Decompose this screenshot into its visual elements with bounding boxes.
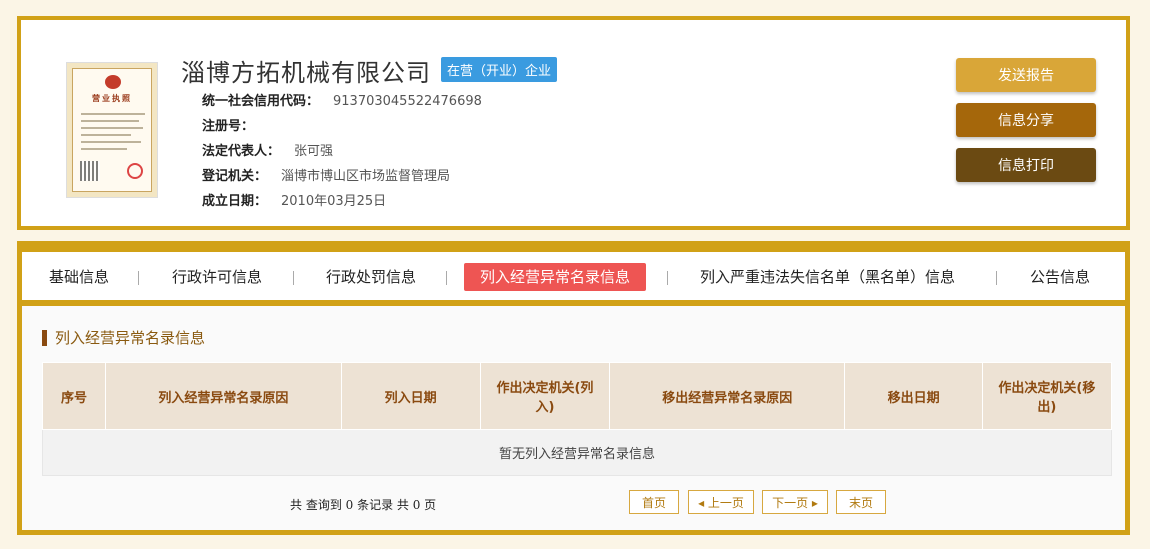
tab-divider [138, 271, 139, 285]
info-label: 注册号： [202, 119, 255, 134]
national-emblem-icon [105, 75, 121, 89]
tab-announcements[interactable]: 公告信息 [1030, 263, 1090, 291]
company-name: 淄博方拓机械有限公司 [181, 59, 431, 87]
chevron-left-icon: ◂ [698, 496, 708, 510]
send-report-button[interactable]: 发送报告 [956, 58, 1096, 92]
column-header: 序号 [41, 362, 107, 430]
details-panel: 基础信息 行政许可信息 行政处罚信息 列入经营异常名录信息 列入严重违法失信名单… [17, 241, 1130, 535]
tab-content: 列入经营异常名录信息 序号 列入经营异常名录原因 列入日期 作出决定机关(列入)… [22, 306, 1125, 530]
business-license-image: 营业执照 [66, 62, 158, 198]
tab-divider [996, 271, 997, 285]
tab-blacklist[interactable]: 列入严重违法失信名单（黑名单）信息 [700, 263, 955, 291]
column-header: 移出日期 [844, 362, 983, 430]
tab-divider [667, 271, 668, 285]
info-value: 913703045522476698 [333, 94, 482, 109]
empty-message: 暂无列入经营异常名录信息 [42, 429, 1112, 476]
info-value: 张可强 [294, 144, 334, 159]
pagination-summary: 共 查询到 0 条记录 共 0 页 [290, 498, 437, 512]
info-row-founded: 成立日期： 2010年03月25日 [202, 190, 386, 209]
prev-page-button[interactable]: ◂ 上一页 [688, 490, 754, 514]
status-badge: 在营（开业）企业 [441, 57, 558, 82]
info-label: 成立日期： [202, 194, 268, 209]
tab-admin-penalty[interactable]: 行政处罚信息 [326, 263, 416, 291]
column-header: 移出经营异常名录原因 [609, 362, 846, 430]
qr-code-icon [80, 161, 100, 181]
info-row-credit-code: 统一社会信用代码： 913703045522476698 [202, 90, 482, 109]
info-value: 淄博市博山区市场监督管理局 [281, 169, 451, 184]
abnormal-records-table: 序号 列入经营异常名录原因 列入日期 作出决定机关(列入) 移出经营异常名录原因… [41, 362, 1113, 476]
chevron-right-icon: ▸ [808, 496, 818, 510]
column-header: 列入经营异常名录原因 [105, 362, 342, 430]
prev-page-label: 上一页 [707, 496, 744, 510]
info-label: 法定代表人： [202, 144, 281, 159]
tab-abnormal-operations[interactable]: 列入经营异常名录信息 [464, 263, 647, 291]
table-row: 暂无列入经营异常名录信息 [42, 429, 1112, 476]
tab-divider [293, 271, 294, 285]
column-header: 作出决定机关(移出) [981, 362, 1113, 430]
info-label: 登记机关： [202, 169, 268, 184]
column-header: 列入日期 [340, 362, 481, 430]
info-row-legal-rep: 法定代表人： 张可强 [202, 140, 333, 159]
print-info-button[interactable]: 信息打印 [956, 148, 1096, 182]
share-info-button[interactable]: 信息分享 [956, 103, 1096, 137]
table-header-row: 序号 列入经营异常名录原因 列入日期 作出决定机关(列入) 移出经营异常名录原因… [41, 362, 1113, 430]
last-page-button[interactable]: 末页 [836, 490, 886, 514]
official-seal-icon [127, 163, 143, 179]
tab-admin-license[interactable]: 行政许可信息 [172, 263, 262, 291]
info-row-authority: 登记机关： 淄博市博山区市场监督管理局 [202, 165, 450, 184]
info-value: 2010年03月25日 [281, 194, 387, 209]
company-header-panel: 营业执照 淄博方拓机械有限公司 在营（开业）企业 统一社会信用代码： 913703… [17, 16, 1130, 230]
next-page-button[interactable]: 下一页 ▸ [762, 490, 828, 514]
tab-bar: 基础信息 行政许可信息 行政处罚信息 列入经营异常名录信息 列入严重违法失信名单… [22, 252, 1125, 300]
tab-divider [446, 271, 447, 285]
next-page-label: 下一页 [772, 496, 809, 510]
column-header: 作出决定机关(列入) [479, 362, 611, 430]
tab-basic-info[interactable]: 基础信息 [49, 263, 109, 291]
section-title: 列入经营异常名录信息 [42, 330, 205, 346]
info-label: 统一社会信用代码： [202, 94, 320, 109]
info-row-reg-number: 注册号： [202, 115, 268, 134]
license-title: 营业执照 [92, 94, 132, 103]
first-page-button[interactable]: 首页 [629, 490, 679, 514]
